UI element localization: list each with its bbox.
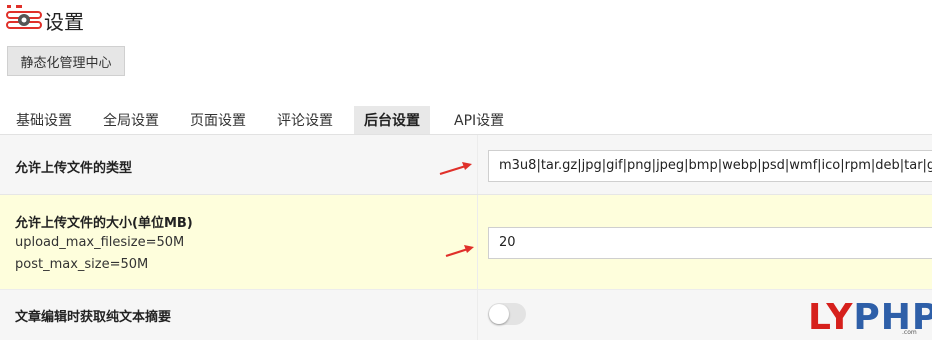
toggle-knob[interactable] xyxy=(489,304,509,324)
label-cell: 允许上传文件的大小(单位MB) upload_max_filesize=50M … xyxy=(0,195,478,289)
upload-size-label: 允许上传文件的大小(单位MB) xyxy=(15,216,193,231)
watermark-domain: .com xyxy=(902,329,917,336)
static-management-button[interactable]: 静态化管理中心 xyxy=(7,46,125,76)
upload-size-input[interactable]: 20 xyxy=(488,227,932,259)
upload-types-label: 允许上传文件的类型 xyxy=(15,161,133,176)
plain-excerpt-toggle[interactable] xyxy=(488,303,526,325)
settings-tabs: 基础设置 全局设置 页面设置 评论设置 后台设置 API设置 xyxy=(0,106,519,134)
tab-backend[interactable]: 后台设置 xyxy=(354,106,430,134)
tab-global[interactable]: 全局设置 xyxy=(87,106,174,134)
gear-icon xyxy=(4,5,46,35)
setting-row-plain-excerpt: 文章编辑时获取纯文本摘要 xyxy=(0,290,932,340)
page-title: 设置 xyxy=(44,9,84,34)
setting-row-upload-size: 允许上传文件的大小(单位MB) upload_max_filesize=50M … xyxy=(0,195,932,290)
arrow-right-icon xyxy=(439,162,472,176)
upload-types-input[interactable]: m3u8|tar.gz|jpg|gif|png|jpeg|bmp|webp|ps… xyxy=(488,150,932,182)
upload-max-filesize-hint: upload_max_filesize=50M xyxy=(15,235,185,250)
post-max-size-hint: post_max_size=50M xyxy=(15,257,149,272)
tab-page[interactable]: 页面设置 xyxy=(174,106,261,134)
label-cell: 允许上传文件的类型 xyxy=(0,135,478,194)
arrow-right-icon xyxy=(445,245,474,258)
tab-api[interactable]: API设置 xyxy=(438,106,519,134)
tab-basic[interactable]: 基础设置 xyxy=(0,106,87,134)
tab-comment[interactable]: 评论设置 xyxy=(261,106,348,134)
page-header: 设置 xyxy=(4,4,84,36)
watermark-logo: LYPHP .com xyxy=(808,298,932,338)
settings-table: 允许上传文件的类型 m3u8|tar.gz|jpg|gif|png|jpeg|b… xyxy=(0,134,932,340)
label-cell: 文章编辑时获取纯文本摘要 xyxy=(0,290,478,340)
plain-excerpt-label: 文章编辑时获取纯文本摘要 xyxy=(15,310,172,325)
setting-row-upload-types: 允许上传文件的类型 m3u8|tar.gz|jpg|gif|png|jpeg|b… xyxy=(0,135,932,195)
